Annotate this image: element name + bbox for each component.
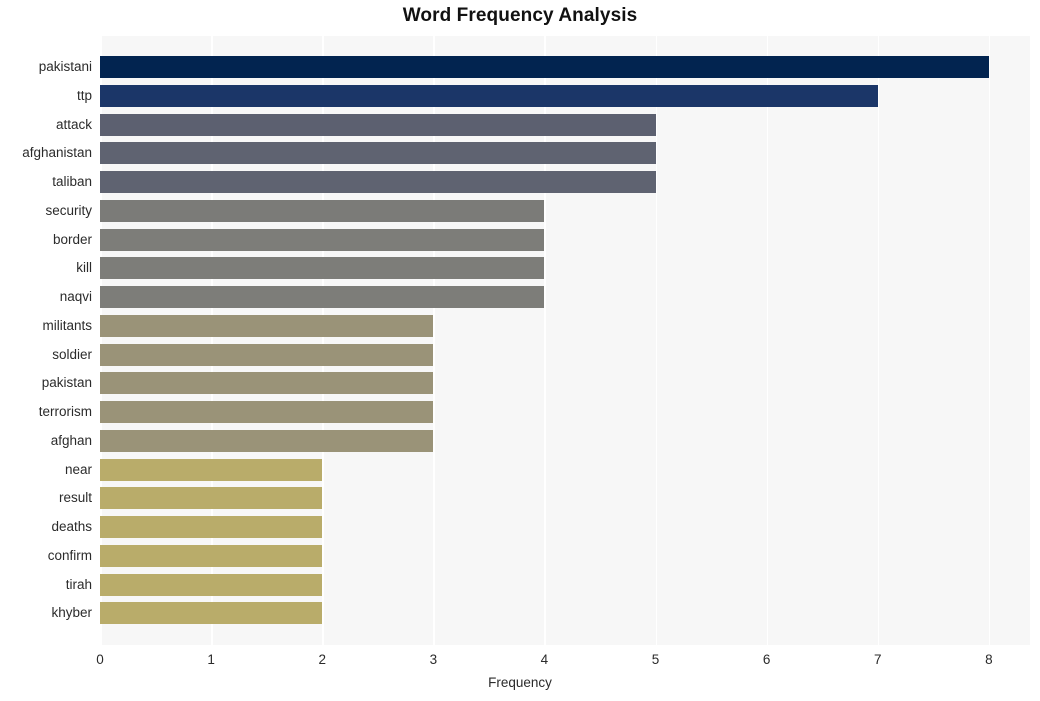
y-axis-tick-label: pakistani — [38, 59, 92, 75]
y-axis-tick-label: afghan — [50, 432, 92, 448]
bar-fill — [100, 84, 878, 107]
y-axis-tick-label: ttp — [76, 87, 92, 103]
y-axis-tick-label: militants — [42, 317, 92, 333]
x-axis-tick-label: 6 — [762, 652, 771, 667]
y-axis-tick-label: naqvi — [59, 289, 92, 305]
plot-area — [100, 36, 1030, 645]
bar[interactable] — [100, 142, 656, 165]
bar[interactable] — [100, 228, 545, 251]
y-axis-tick-label: security — [45, 202, 92, 218]
bar-fill — [100, 257, 545, 280]
y-axis-tick-label: afghanistan — [22, 145, 92, 161]
bar-fill — [100, 401, 434, 424]
y-axis-tick-label: pakistan — [41, 375, 92, 391]
chart-title: Word Frequency Analysis — [402, 5, 638, 26]
bar-fill — [100, 458, 323, 481]
bar[interactable] — [100, 487, 323, 510]
bar[interactable] — [100, 458, 323, 481]
bar[interactable] — [100, 516, 323, 539]
bar-fill — [100, 286, 545, 309]
gridline-x-6 — [766, 36, 769, 645]
gridline-x-5 — [655, 36, 658, 645]
bar-fill — [100, 314, 434, 337]
bar-fill — [100, 113, 656, 136]
bar[interactable] — [100, 84, 878, 107]
y-axis-tick-label: near — [64, 461, 92, 477]
x-axis-tick-label: 5 — [651, 652, 660, 667]
bar-fill — [100, 171, 656, 194]
x-axis-tick-label: 3 — [429, 652, 438, 667]
y-axis-tick-label: border — [52, 231, 92, 247]
x-axis-tick-label: 2 — [318, 652, 326, 667]
y-axis-tick-label: kill — [76, 260, 92, 276]
bar-fill — [100, 573, 323, 596]
y-axis-tick-label: deaths — [51, 519, 92, 535]
bar-fill — [100, 429, 434, 452]
bar-fill — [100, 56, 989, 79]
bar[interactable] — [100, 573, 323, 596]
gridline-x-7 — [877, 36, 880, 645]
y-axis-tick-label: tirah — [65, 576, 92, 592]
y-axis-tick-label: result — [58, 490, 92, 506]
bar-fill — [100, 372, 434, 395]
bar[interactable] — [100, 429, 434, 452]
bar[interactable] — [100, 113, 656, 136]
bar[interactable] — [100, 171, 656, 194]
bar[interactable] — [100, 602, 323, 625]
bar-fill — [100, 228, 545, 251]
y-axis-tick-label: confirm — [47, 547, 92, 563]
y-axis-tick-label: terrorism — [38, 404, 92, 420]
y-axis-tick-label: taliban — [52, 174, 92, 190]
bar[interactable] — [100, 401, 434, 424]
bar-fill — [100, 343, 434, 366]
y-axis-tick-label: attack — [55, 116, 92, 132]
bar-fill — [100, 602, 323, 625]
gridline-x-8 — [988, 36, 991, 645]
y-axis-tick-label: khyber — [51, 605, 92, 621]
y-axis-tick-label: soldier — [52, 346, 92, 362]
bar-fill — [100, 544, 323, 567]
bar[interactable] — [100, 544, 323, 567]
bar-fill — [100, 199, 545, 222]
x-axis-tick-label: 4 — [540, 652, 549, 667]
x-axis-tick-label: 0 — [96, 652, 104, 667]
x-axis-title: Frequency — [488, 675, 552, 690]
x-axis-tick-label: 7 — [874, 652, 882, 667]
bar-fill — [100, 487, 323, 510]
bar-fill — [100, 142, 656, 165]
x-axis-tick-label: 8 — [985, 652, 993, 667]
bar[interactable] — [100, 257, 545, 280]
bar[interactable] — [100, 199, 545, 222]
x-axis-tick-label: 1 — [207, 652, 215, 667]
chart-figure: Word Frequency Analysis pakistani ttp atta… — [0, 0, 1040, 701]
bar[interactable] — [100, 286, 545, 309]
bar[interactable] — [100, 56, 989, 79]
bar-fill — [100, 516, 323, 539]
bar[interactable] — [100, 372, 434, 395]
bar[interactable] — [100, 314, 434, 337]
bar[interactable] — [100, 343, 434, 366]
